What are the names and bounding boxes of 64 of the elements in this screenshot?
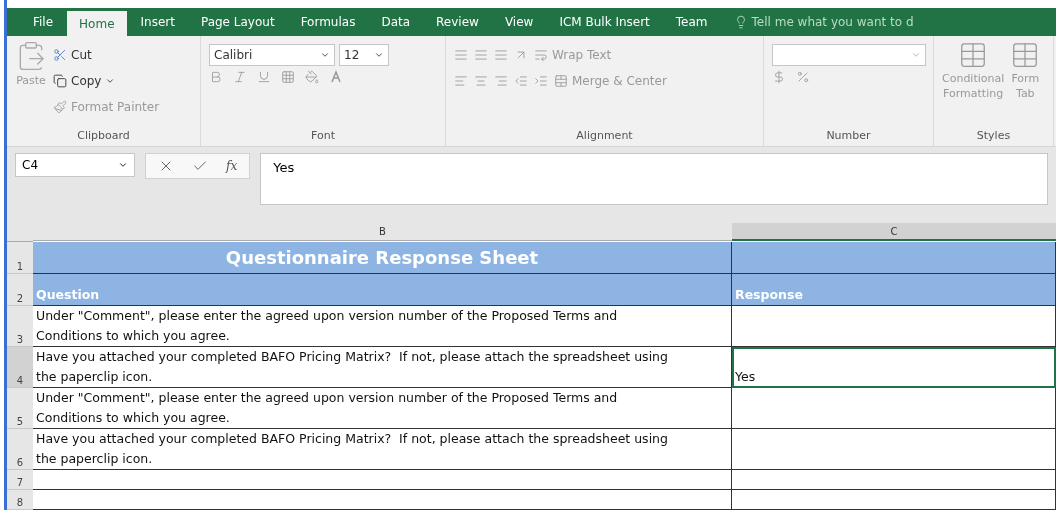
ribbon-tab[interactable]: Formulas [288, 8, 368, 36]
row-header[interactable]: 1 [7, 242, 33, 274]
increase-indent-icon[interactable] [534, 74, 548, 88]
row-header[interactable]: 8 [7, 490, 33, 510]
column-header[interactable]: C [732, 223, 1056, 241]
bold-icon[interactable] [209, 70, 223, 84]
table-cell: Under "Comment", please enter the agreed upon version number of the Proposed Terms and Conditions to which you agree. [33, 306, 732, 347]
ribbon-tab[interactable]: Review [424, 8, 491, 36]
group-label: Clipboard [76, 128, 131, 144]
row-header[interactable]: 2 [7, 274, 33, 306]
tell-me-field[interactable]: Tell me what you want to d [733, 8, 914, 36]
ribbon-tab[interactable]: Data [369, 8, 423, 36]
percent-icon[interactable] [796, 70, 810, 84]
table-cell: Have you attached your completed BAFO Pricing Matrix? If not, please attach the spreadsheet using the paperclip icon. [33, 347, 732, 388]
group-label: Font [310, 128, 336, 144]
row-header[interactable]: 5 [7, 388, 33, 429]
copy-icon[interactable] [53, 74, 67, 88]
table-cell: Under "Comment", please enter the agreed upon version number of the Proposed Terms and Conditions to which you agree. [33, 388, 732, 429]
ribbon-tab[interactable]: View [492, 8, 546, 36]
formula-field[interactable]: Yes [260, 153, 1048, 205]
table-cell: Questionnaire Response Sheet [33, 242, 732, 274]
table-cell: Response [732, 274, 1056, 306]
table-cell: Question [33, 274, 732, 306]
cut-button[interactable]: Cut [53, 44, 160, 66]
row-header[interactable]: 3 [7, 306, 33, 347]
align-bottom-icon[interactable] [494, 48, 508, 62]
align-middle-icon[interactable] [474, 48, 488, 62]
borders-icon[interactable] [281, 70, 295, 84]
font-name-field[interactable]: Calibri [209, 44, 335, 66]
merge-cells-icon[interactable] [554, 74, 568, 88]
font-color-icon[interactable] [329, 70, 343, 84]
ribbon-tab[interactable]: Home [67, 11, 127, 36]
align-top-icon[interactable] [454, 48, 468, 62]
table-cell: Have you attached your completed BAFO Pricing Matrix? If not, please attach the spreadsheet using the paperclip icon. [33, 429, 732, 470]
currency-icon[interactable] [772, 70, 786, 84]
fill-color-icon[interactable] [305, 70, 319, 84]
ribbon-tab[interactable]: ICM Bulk Insert [547, 8, 662, 36]
insert-function-button[interactable]: fx [226, 159, 238, 173]
decrease-indent-icon[interactable] [514, 74, 528, 88]
group-label: Alignment [575, 128, 634, 144]
ribbon-tab[interactable]: Insert [128, 8, 187, 36]
wrap-text-icon[interactable] [534, 48, 548, 62]
ribbon-tab[interactable]: Team [663, 8, 720, 36]
tell-me-text: Tell me what you want to d [751, 15, 914, 29]
name-box[interactable]: C4 [15, 153, 135, 177]
column-header[interactable]: B [33, 223, 732, 241]
group-label: Number [825, 128, 872, 144]
row-header[interactable]: 7 [7, 470, 33, 490]
group-label: Styles [975, 128, 1012, 144]
row-header[interactable]: 6 [7, 429, 33, 470]
align-left-icon[interactable] [454, 74, 468, 88]
font-size-field[interactable]: 12 [339, 44, 389, 66]
number-format-field[interactable] [772, 44, 926, 66]
copy-button[interactable]: Copy [53, 70, 160, 92]
table-cell: Yes [732, 347, 1056, 388]
paintbrush-icon[interactable] [53, 100, 67, 114]
ribbon-tab[interactable]: File [21, 8, 66, 36]
row-header[interactable]: 4 [7, 347, 33, 388]
align-right-icon[interactable] [494, 74, 508, 88]
align-center-icon[interactable] [474, 74, 488, 88]
ribbon-tab[interactable]: Page Layout [188, 8, 287, 36]
underline-icon[interactable] [257, 70, 271, 84]
italic-icon[interactable] [233, 70, 247, 84]
scissors-icon[interactable] [53, 48, 67, 62]
